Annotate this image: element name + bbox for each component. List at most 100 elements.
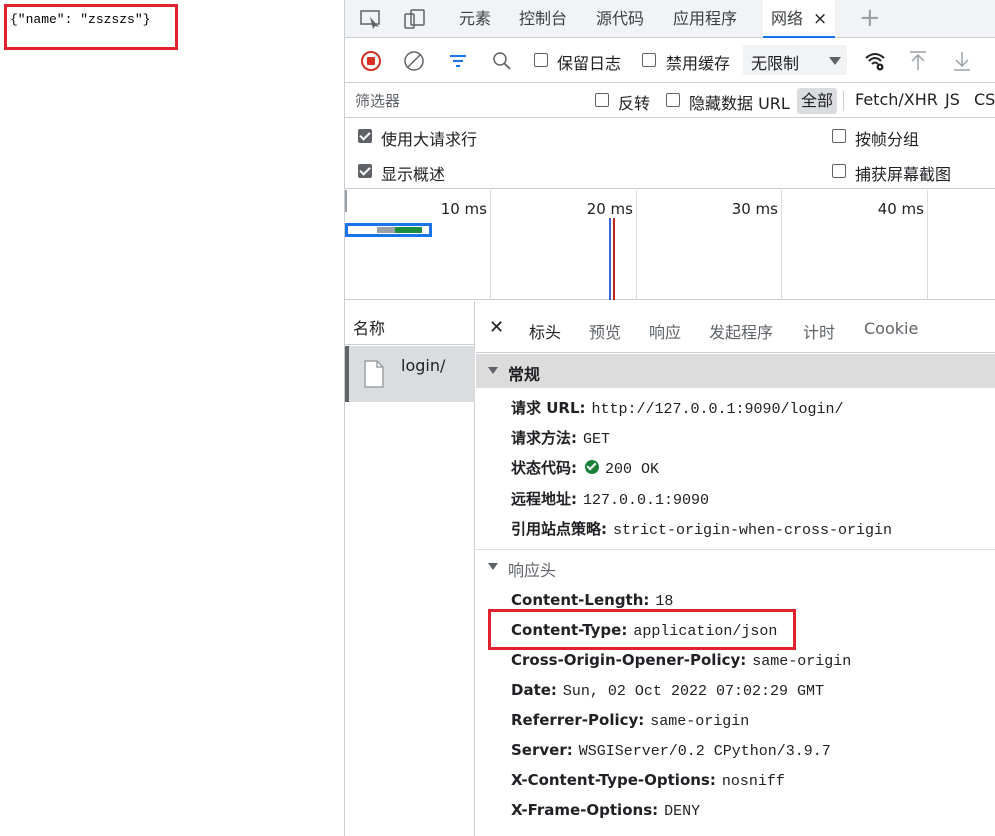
tab-timing[interactable]: 计时	[803, 319, 835, 343]
show-overview-label: 显示概述	[381, 165, 446, 184]
general-row-url: 请求 URL: http://127.0.0.1:9090/login/	[511, 397, 844, 418]
network-conditions-icon[interactable]	[863, 49, 887, 73]
filter-input[interactable]	[355, 90, 577, 112]
tick-label-20ms: 20 ms	[586, 200, 633, 218]
header-key: Server:	[511, 741, 573, 759]
gridline	[490, 190, 491, 300]
response-header-row: Date: Sun, 02 Oct 2022 07:02:29 GMT	[511, 681, 824, 700]
general-row-remote-address: 远程地址: 127.0.0.1:9090	[511, 488, 709, 509]
invert-label: 反转	[618, 94, 651, 113]
name-column-header[interactable]: 名称	[345, 301, 475, 345]
header-key: Referrer-Policy:	[511, 711, 645, 729]
disable-cache-checkbox[interactable]	[642, 53, 656, 67]
header-key: X-Frame-Options:	[511, 801, 659, 819]
tab-preview[interactable]: 预览	[589, 319, 621, 343]
record-stop-icon[interactable]	[359, 49, 383, 73]
response-header-row: Cross-Origin-Opener-Policy: same-origin	[511, 651, 851, 670]
header-key: Cross-Origin-Opener-Policy:	[511, 651, 747, 669]
close-details-icon[interactable]: ✕	[489, 317, 504, 338]
request-list: 名称 login/	[345, 301, 475, 836]
type-filter-css[interactable]: CSS	[974, 90, 995, 109]
request-row-login[interactable]: login/	[345, 346, 475, 402]
type-filter-fetch-xhr[interactable]: Fetch/XHR	[855, 90, 938, 109]
header-key: 请求 URL:	[511, 399, 586, 417]
tab-network-label: 网络	[771, 9, 804, 28]
header-key: Content-Length:	[511, 591, 650, 609]
dom-content-loaded-line	[609, 218, 611, 300]
request-details: ✕ 标头 预览 响应 发起程序 计时 Cookie 常规 请求 URL: http…	[476, 301, 995, 836]
invert-checkbox[interactable]	[595, 93, 609, 107]
filter-icon[interactable]	[446, 49, 470, 73]
filter-bar: 反转 隐藏数据 URL 全部 Fetch/XHR JS CSS	[345, 84, 995, 118]
gridline	[636, 190, 637, 300]
type-filter-js[interactable]: JS	[945, 90, 960, 109]
general-row-method: 请求方法: GET	[511, 427, 610, 448]
response-header-row: X-Frame-Options: DENY	[511, 801, 700, 820]
header-key: 状态代码:	[511, 459, 577, 477]
network-toolbar: 保留日志 禁用缓存 无限制	[345, 39, 995, 83]
status-ok-icon	[585, 460, 599, 474]
tab-response[interactable]: 响应	[649, 319, 681, 343]
disable-cache-label: 禁用缓存	[666, 54, 731, 73]
group-by-frame-checkbox[interactable]	[832, 129, 846, 143]
general-section-header[interactable]: 常规	[476, 354, 995, 388]
tab-application[interactable]: 应用程序	[673, 0, 737, 38]
search-icon[interactable]	[490, 49, 514, 73]
header-key: X-Content-Type-Options:	[511, 771, 716, 789]
tick-label-40ms: 40 ms	[877, 200, 924, 218]
clear-icon[interactable]	[402, 49, 426, 73]
capture-screenshots-checkbox[interactable]	[832, 164, 846, 178]
chevron-down-icon	[829, 57, 841, 65]
export-har-icon[interactable]	[950, 49, 974, 73]
throttling-value: 无限制	[751, 54, 800, 73]
add-tab-icon[interactable]: +	[859, 4, 881, 32]
request-bar-download	[395, 227, 422, 233]
response-header-row: Referrer-Policy: same-origin	[511, 711, 749, 730]
overview-selection-handle[interactable]	[345, 190, 347, 212]
hide-data-urls-label: 隐藏数据 URL	[689, 94, 790, 113]
header-key: 远程地址:	[511, 490, 577, 508]
tab-cookies[interactable]: Cookie	[864, 319, 918, 338]
throttling-select[interactable]: 无限制	[743, 45, 847, 75]
response-headers-section-header[interactable]: 响应头	[476, 549, 995, 583]
load-event-line	[613, 218, 615, 300]
header-value: http://127.0.0.1:9090/login/	[591, 401, 844, 418]
header-value: Sun, 02 Oct 2022 07:02:29 GMT	[562, 683, 824, 700]
response-header-row: Content-Length: 18	[511, 591, 673, 610]
header-value: same-origin	[650, 713, 750, 730]
header-key: 请求方法:	[511, 429, 577, 447]
header-value: 18	[655, 593, 674, 610]
request-bar	[345, 223, 432, 237]
tab-initiator[interactable]: 发起程序	[709, 319, 773, 343]
name-column-label: 名称	[353, 319, 386, 338]
general-row-referrer-policy: 引用站点策略: strict-origin-when-cross-origin	[511, 518, 892, 539]
show-overview-checkbox[interactable]	[358, 164, 372, 178]
document-icon	[364, 360, 384, 388]
header-key: 引用站点策略:	[511, 520, 607, 538]
capture-screenshots-label: 捕获屏幕截图	[855, 165, 952, 184]
type-filter-all[interactable]: 全部	[797, 88, 838, 114]
inspect-element-icon[interactable]	[359, 8, 383, 30]
preserve-log-checkbox[interactable]	[534, 53, 548, 67]
header-value: WSGIServer/0.2 CPython/3.9.7	[578, 743, 831, 760]
tab-console[interactable]: 控制台	[519, 0, 567, 38]
tab-headers[interactable]: 标头	[526, 319, 570, 358]
header-value: 127.0.0.1:9090	[583, 492, 710, 509]
import-har-icon[interactable]	[906, 49, 930, 73]
big-rows-checkbox[interactable]	[358, 129, 372, 143]
device-toolbar-icon[interactable]	[403, 8, 427, 30]
triangle-down-icon	[488, 367, 498, 374]
request-bar-waiting	[377, 227, 395, 233]
devtools-panel: 元素 控制台 源代码 应用程序 网络 × + 保留日志 禁用缓存 无限制 筛选器…	[344, 0, 995, 836]
tab-elements[interactable]: 元素	[459, 0, 491, 38]
hide-data-urls-checkbox[interactable]	[666, 93, 680, 107]
tab-sources[interactable]: 源代码	[596, 0, 644, 38]
devtools-tabstrip: 元素 控制台 源代码 应用程序 网络 × +	[345, 0, 995, 38]
header-key: Date:	[511, 681, 557, 699]
divider	[843, 91, 844, 111]
close-tab-icon[interactable]: ×	[813, 9, 827, 29]
gridline	[927, 190, 928, 300]
tick-label-30ms: 30 ms	[731, 200, 778, 218]
overview-timeline[interactable]: 10 ms 20 ms 30 ms 40 ms	[345, 190, 995, 300]
tab-network[interactable]: 网络 ×	[763, 0, 836, 38]
